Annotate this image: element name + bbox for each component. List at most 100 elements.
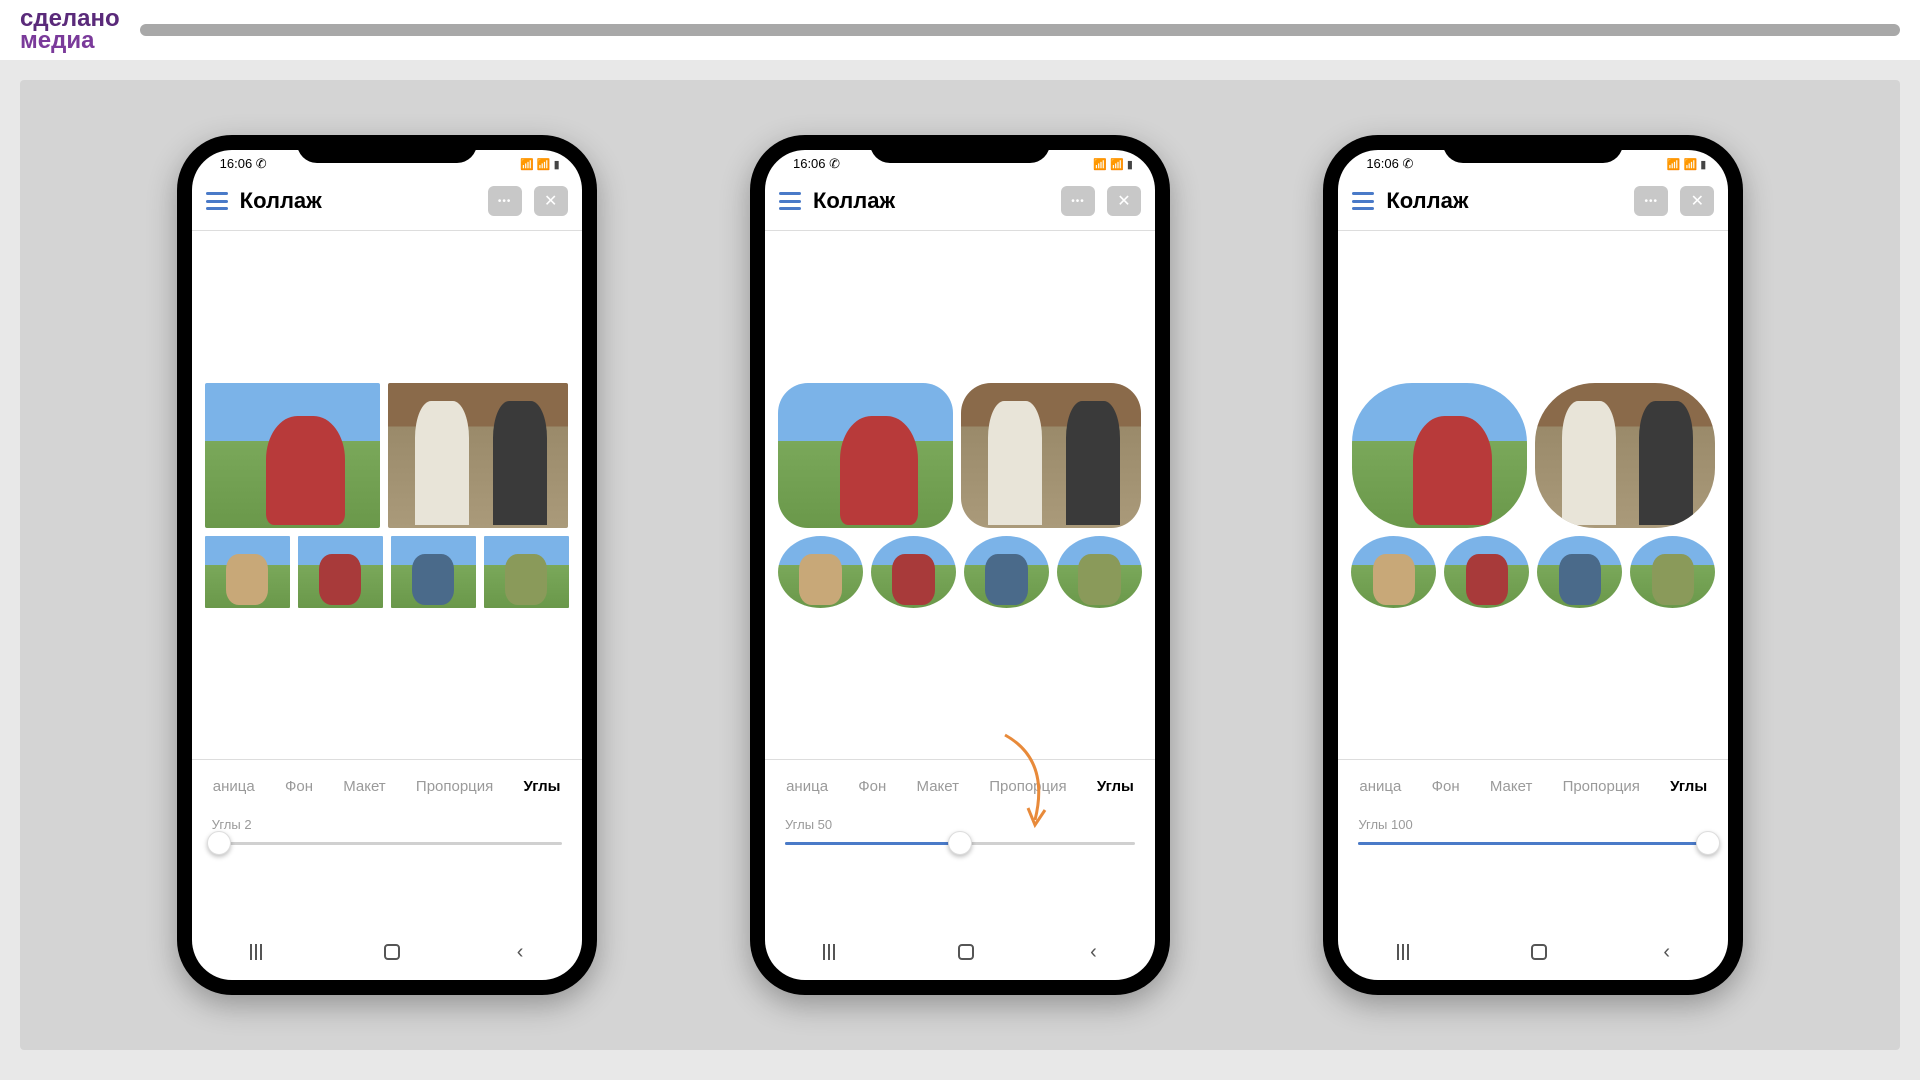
more-options-button[interactable] (1061, 186, 1095, 216)
collage-image[interactable] (778, 383, 953, 528)
status-icons: 📶 📶 ▮ (1667, 158, 1707, 171)
tab-Углы[interactable]: Углы (1097, 778, 1134, 795)
corner-slider-area: Углы 100 (1338, 805, 1728, 857)
nav-recent-icon[interactable] (250, 944, 268, 960)
collage-row-top (198, 383, 576, 528)
android-nav-bar: ‹ (192, 934, 582, 970)
phone-mockup: 16:06 ✆ 📶 📶 ▮ Коллаж (177, 135, 597, 995)
nav-back-icon[interactable]: ‹ (1090, 941, 1097, 964)
tab-аница[interactable]: аница (786, 778, 828, 795)
logo-line-2: медиа (20, 30, 120, 52)
phone-screen: 16:06 ✆ 📶 📶 ▮ Коллаж (765, 150, 1155, 980)
slider-label: Углы 2 (212, 817, 562, 832)
collage-row-bottom (771, 536, 1149, 608)
nav-back-icon[interactable]: ‹ (517, 941, 524, 964)
nav-home-icon[interactable] (1531, 944, 1547, 960)
tab-Макет[interactable]: Макет (917, 778, 959, 795)
tab-Макет[interactable]: Макет (1490, 778, 1532, 795)
corner-slider-area: Углы 50 (765, 805, 1155, 857)
phone-mockup: 16:06 ✆ 📶 📶 ▮ Коллаж (1323, 135, 1743, 995)
slider-thumb[interactable] (207, 831, 231, 855)
tab-Фон[interactable]: Фон (1432, 778, 1460, 795)
corner-slider-area: Углы 2 (192, 805, 582, 857)
app-title: Коллаж (240, 188, 476, 214)
tool-tabs: аница Фон Макет Пропорция Углы (765, 760, 1155, 805)
tab-Фон[interactable]: Фон (285, 778, 313, 795)
slider-label: Углы 50 (785, 817, 1135, 832)
status-time: 16:06 ✆ (793, 156, 840, 172)
collage-image[interactable] (778, 536, 863, 608)
more-options-button[interactable] (488, 186, 522, 216)
tab-Пропорция[interactable]: Пропорция (989, 778, 1066, 795)
close-button[interactable] (1107, 186, 1141, 216)
collage-image[interactable] (484, 536, 569, 608)
collage-canvas[interactable] (192, 230, 582, 760)
collage-image[interactable] (871, 536, 956, 608)
collage-image[interactable] (1057, 536, 1142, 608)
collage-row-top (771, 383, 1149, 528)
collage-image[interactable] (961, 383, 1141, 528)
tab-Макет[interactable]: Макет (343, 778, 385, 795)
close-button[interactable] (1680, 186, 1714, 216)
app-header: Коллаж (765, 178, 1155, 224)
phone-notch (1443, 135, 1623, 163)
app-header: Коллаж (1338, 178, 1728, 224)
collage-row-bottom (198, 536, 576, 608)
phone-screen: 16:06 ✆ 📶 📶 ▮ Коллаж (192, 150, 582, 980)
collage-image[interactable] (205, 383, 380, 528)
android-nav-bar: ‹ (1338, 934, 1728, 970)
progress-bar[interactable] (140, 24, 1900, 36)
collage-image[interactable] (1630, 536, 1715, 608)
tab-Пропорция[interactable]: Пропорция (416, 778, 493, 795)
app-title: Коллаж (1386, 188, 1622, 214)
status-time: 16:06 ✆ (220, 156, 267, 172)
corner-radius-slider[interactable] (1358, 842, 1708, 845)
hamburger-menu-icon[interactable] (1352, 192, 1374, 210)
tool-tabs: аница Фон Макет Пропорция Углы (192, 760, 582, 805)
collage-image[interactable] (1537, 536, 1622, 608)
tab-Углы[interactable]: Углы (1670, 778, 1707, 795)
nav-back-icon[interactable]: ‹ (1663, 941, 1670, 964)
hamburger-menu-icon[interactable] (779, 192, 801, 210)
collage-image[interactable] (1352, 383, 1527, 528)
collage-image[interactable] (1444, 536, 1529, 608)
hamburger-menu-icon[interactable] (206, 192, 228, 210)
close-button[interactable] (534, 186, 568, 216)
brand-logo: сделано медиа (20, 8, 120, 51)
collage-row-bottom (1344, 536, 1722, 608)
phone-notch (297, 135, 477, 163)
tab-Углы[interactable]: Углы (524, 778, 561, 795)
tab-аница[interactable]: аница (213, 778, 255, 795)
slider-thumb[interactable] (1696, 831, 1720, 855)
corner-radius-slider[interactable] (212, 842, 562, 845)
collage-image[interactable] (298, 536, 383, 608)
collage-image[interactable] (964, 536, 1049, 608)
status-icons: 📶 📶 ▮ (1093, 158, 1133, 171)
tool-tabs: аница Фон Макет Пропорция Углы (1338, 760, 1728, 805)
corner-radius-slider[interactable] (785, 842, 1135, 845)
tab-аница[interactable]: аница (1359, 778, 1401, 795)
collage-image[interactable] (1535, 383, 1715, 528)
collage-canvas[interactable] (765, 230, 1155, 760)
slider-thumb[interactable] (948, 831, 972, 855)
status-icons: 📶 📶 ▮ (520, 158, 560, 171)
app-title: Коллаж (813, 188, 1049, 214)
nav-home-icon[interactable] (384, 944, 400, 960)
collage-image[interactable] (388, 383, 568, 528)
collage-image[interactable] (1351, 536, 1436, 608)
phone-notch (870, 135, 1050, 163)
more-options-button[interactable] (1634, 186, 1668, 216)
slider-label: Углы 100 (1358, 817, 1708, 832)
app-header: Коллаж (192, 178, 582, 224)
tab-Фон[interactable]: Фон (858, 778, 886, 795)
tab-Пропорция[interactable]: Пропорция (1563, 778, 1640, 795)
nav-home-icon[interactable] (958, 944, 974, 960)
nav-recent-icon[interactable] (1397, 944, 1415, 960)
collage-image[interactable] (205, 536, 290, 608)
nav-recent-icon[interactable] (823, 944, 841, 960)
collage-row-top (1344, 383, 1722, 528)
collage-image[interactable] (391, 536, 476, 608)
page-header: сделано медиа (0, 0, 1920, 60)
collage-canvas[interactable] (1338, 230, 1728, 760)
phone-mockup: 16:06 ✆ 📶 📶 ▮ Коллаж (750, 135, 1170, 995)
